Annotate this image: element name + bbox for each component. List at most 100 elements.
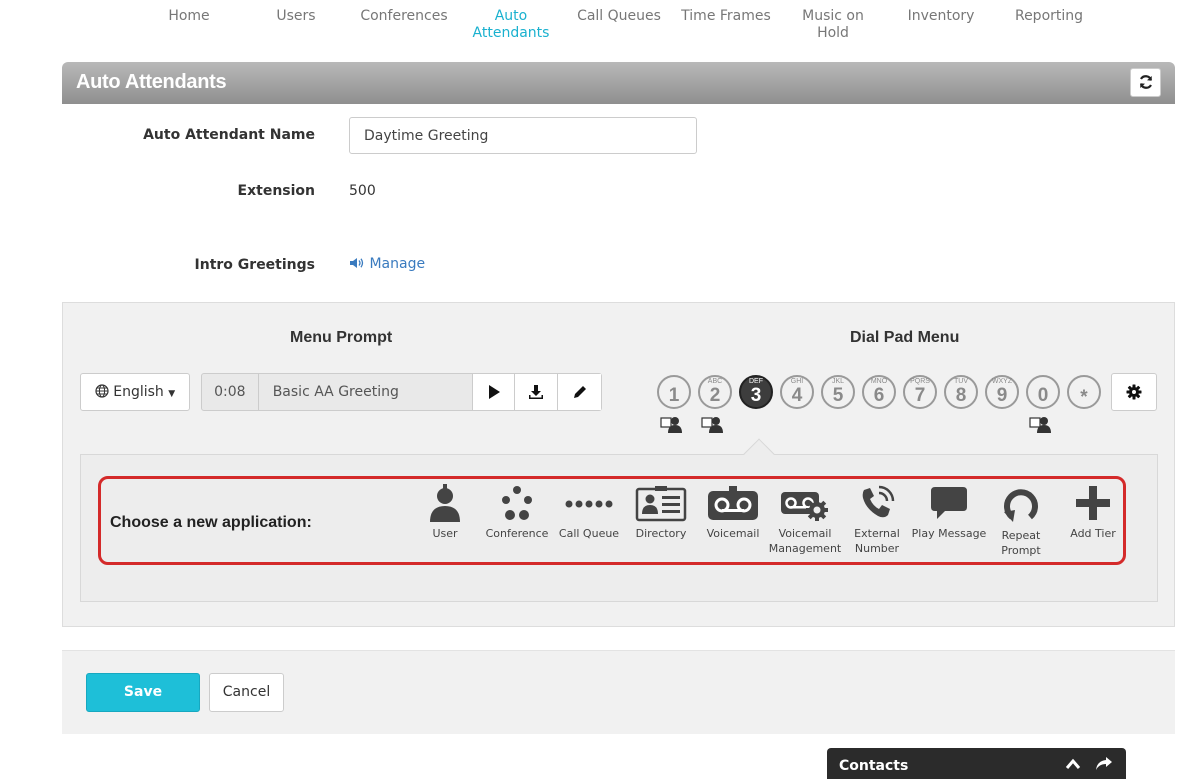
download-icon [529, 384, 544, 399]
top-nav: Home Users Conferences Auto Attendants C… [0, 0, 1200, 48]
intro-greetings-label: Intro Greetings [194, 257, 315, 273]
key-number: 2 [709, 385, 721, 406]
nav-auto-attendants[interactable]: Auto Attendants [461, 8, 561, 42]
dial-key-6[interactable]: MNO 6 [862, 375, 896, 409]
app-label: Add Tier [1070, 527, 1116, 540]
chevron-up-icon[interactable] [1065, 758, 1081, 770]
dial-pad-title: Dial Pad Menu [850, 329, 960, 346]
nav-music-on-hold[interactable]: Music on Hold [784, 8, 882, 42]
app-conference[interactable]: Conference [479, 484, 555, 541]
dial-key-7[interactable]: PQRS 7 [903, 375, 937, 409]
prompt-duration: 0:08 [202, 374, 259, 410]
prompt-name: Basic AA Greeting [259, 374, 473, 410]
refresh-icon [1139, 75, 1152, 89]
extension-value: 500 [349, 183, 376, 199]
assigned-user-icon [1029, 417, 1051, 433]
app-label: Call Queue [558, 527, 620, 540]
speech-bubble-icon [931, 487, 967, 519]
plus-icon [1076, 486, 1110, 520]
play-button[interactable] [472, 374, 516, 410]
dial-key-0[interactable]: 0 [1026, 375, 1060, 409]
dial-key-star[interactable]: * [1067, 375, 1101, 409]
app-repeat-prompt[interactable]: Repeat Prompt [983, 484, 1059, 558]
page-title: Auto Attendants [76, 71, 227, 93]
menu-prompt-title: Menu Prompt [290, 329, 393, 346]
key-number: 8 [955, 385, 967, 406]
name-label: Auto Attendant Name [143, 127, 315, 143]
dial-key-2[interactable]: ABC 2 [698, 375, 732, 409]
save-button[interactable]: Save [86, 673, 200, 712]
language-dropdown[interactable]: English ▼ [80, 373, 190, 411]
app-voicemail[interactable]: Voicemail [695, 484, 771, 541]
key-number: 1 [668, 385, 680, 406]
voicemail-icon [708, 486, 758, 520]
contacts-title: Contacts [839, 758, 909, 774]
dial-settings-button[interactable] [1111, 373, 1157, 411]
app-user[interactable]: User [407, 484, 483, 541]
app-add-tier[interactable]: Add Tier [1055, 484, 1131, 541]
manage-label: Manage [369, 256, 426, 272]
dial-key-9[interactable]: WXYZ 9 [985, 375, 1019, 409]
speaker-icon [350, 258, 364, 268]
cancel-button[interactable]: Cancel [209, 673, 284, 712]
dial-key-3[interactable]: DEF 3 [739, 375, 773, 409]
directory-icon [635, 486, 687, 522]
app-label: Voicemail [706, 527, 760, 540]
app-directory[interactable]: Directory [623, 484, 699, 541]
assigned-user-icon [660, 417, 682, 433]
nav-time-frames[interactable]: Time Frames [676, 8, 776, 25]
user-icon [430, 484, 460, 522]
extension-label: Extension [237, 183, 315, 199]
nav-users[interactable]: Users [246, 8, 346, 25]
key-number: * [1080, 387, 1088, 408]
app-voicemail-management[interactable]: Voicemail Management [767, 484, 843, 556]
globe-icon [95, 384, 109, 398]
contacts-dock[interactable]: Contacts [827, 748, 1126, 779]
key-number: 4 [791, 385, 803, 406]
app-external-number[interactable]: External Number [839, 484, 915, 556]
download-button[interactable] [515, 374, 559, 410]
key-number: 3 [750, 385, 762, 406]
app-label: User [432, 527, 458, 540]
pencil-icon [573, 386, 586, 398]
section-header: Auto Attendants [62, 62, 1175, 104]
pop-out-arrow-icon[interactable] [1095, 756, 1113, 772]
app-label: Repeat Prompt [1001, 529, 1041, 557]
key-number: 6 [873, 385, 885, 406]
key-number: 7 [914, 385, 926, 406]
manage-greetings-link[interactable]: Manage [349, 256, 425, 272]
key-number: 0 [1037, 385, 1049, 406]
call-queue-icon [565, 500, 613, 508]
app-label: Directory [635, 527, 687, 540]
phone-icon [862, 485, 895, 518]
nav-inventory[interactable]: Inventory [891, 8, 991, 25]
choose-application-label: Choose a new application: [110, 514, 312, 531]
prompt-player: 0:08 Basic AA Greeting [201, 373, 602, 411]
nav-reporting[interactable]: Reporting [999, 8, 1099, 25]
play-icon [488, 385, 500, 399]
caret-down-icon: ▼ [168, 389, 176, 399]
auto-attendant-name-input[interactable] [349, 117, 697, 154]
nav-call-queues[interactable]: Call Queues [569, 8, 669, 25]
nav-conferences[interactable]: Conferences [354, 8, 454, 25]
app-label: External Number [854, 527, 900, 555]
language-label: English [113, 384, 164, 400]
assigned-user-icon [701, 417, 723, 433]
refresh-button[interactable] [1130, 68, 1161, 97]
nav-home[interactable]: Home [139, 8, 239, 25]
dial-key-5[interactable]: JKL 5 [821, 375, 855, 409]
repeat-icon [1004, 489, 1038, 522]
gear-icon [1126, 384, 1142, 400]
app-call-queue[interactable]: Call Queue [551, 484, 627, 541]
app-label: Conference [485, 527, 549, 540]
dial-key-4[interactable]: GHI 4 [780, 375, 814, 409]
dial-key-1[interactable]: 1 [657, 375, 691, 409]
edit-button[interactable] [558, 374, 601, 410]
key-number: 9 [996, 385, 1008, 406]
app-play-message[interactable]: Play Message [911, 484, 987, 541]
app-label: Voicemail Management [768, 527, 842, 555]
voicemail-management-icon [781, 492, 828, 521]
app-label: Play Message [911, 527, 987, 540]
dial-key-8[interactable]: TUV 8 [944, 375, 978, 409]
key-number: 5 [832, 385, 844, 406]
